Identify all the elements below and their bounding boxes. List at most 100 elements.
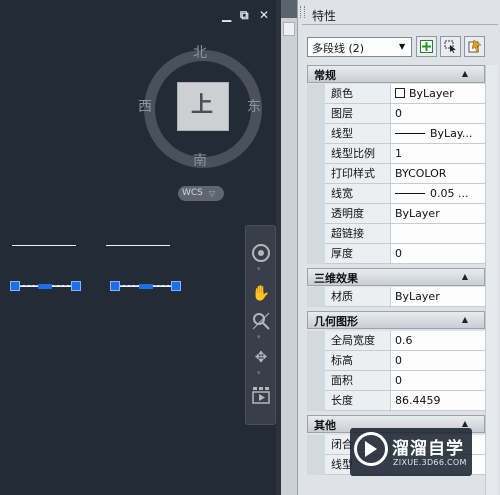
compass-north-label[interactable]: 北 [193, 42, 207, 62]
property-value[interactable]: 86.4459 [391, 391, 485, 411]
steering-wheel-icon[interactable] [250, 242, 272, 264]
property-value[interactable]: 0 [391, 371, 485, 391]
property-value[interactable]: ByLayer [391, 84, 485, 104]
property-value[interactable] [391, 224, 485, 244]
property-value[interactable]: 0.05 ... [391, 184, 485, 204]
property-row[interactable]: 线宽 0.05 ... [307, 184, 485, 204]
scrollbar-thumb[interactable] [283, 22, 295, 36]
property-row[interactable]: 图层 0 [307, 104, 485, 124]
toggle-pickadd-button[interactable] [416, 36, 437, 57]
property-name: 图层 [325, 104, 391, 124]
property-row[interactable]: 颜色 ByLayer [307, 84, 485, 104]
property-value[interactable]: ByLay... [391, 124, 485, 144]
property-name: 标高 [325, 351, 391, 371]
watermark-name: 溜溜自学 [392, 439, 464, 459]
property-value[interactable]: 0 [391, 104, 485, 124]
close-icon[interactable]: ✕ [259, 9, 269, 21]
pickadd-icon [420, 40, 433, 53]
collapse-icon[interactable]: ▲ [462, 315, 468, 324]
restore-icon[interactable]: ⧉ [240, 9, 249, 21]
zoom-icon[interactable] [250, 310, 272, 332]
palette-scrollbar[interactable] [485, 65, 498, 495]
property-name: 透明度 [325, 204, 391, 224]
minimize-icon[interactable]: ▁ [222, 9, 231, 21]
category-geometry[interactable]: 几何图形 ▲ [307, 311, 485, 329]
property-row[interactable]: 标高 0 [307, 351, 485, 371]
property-name: 全局宽度 [325, 331, 391, 351]
property-value[interactable]: ByLayer [391, 204, 485, 224]
category-general[interactable]: 常规 ▲ [307, 65, 485, 83]
grip-midpoint[interactable] [38, 284, 52, 289]
property-row[interactable]: 透明度 ByLayer [307, 204, 485, 224]
palette-drag-handle[interactable] [300, 6, 305, 18]
property-value[interactable]: 0 [391, 351, 485, 371]
canvas-scrollbar[interactable] [281, 0, 297, 495]
collapse-icon[interactable]: ▲ [462, 69, 468, 78]
property-name: 颜色 [325, 84, 391, 104]
select-objects-button[interactable] [440, 36, 461, 57]
lineweight-preview-icon [395, 193, 425, 194]
property-name: 厚度 [325, 244, 391, 264]
wcs-menu-button[interactable]: WCS ▽ [178, 186, 224, 201]
collapse-icon[interactable]: ▲ [462, 272, 468, 281]
line-object[interactable] [12, 245, 76, 246]
dropdown-arrow-icon[interactable]: ▾ [257, 266, 265, 273]
divider [302, 24, 498, 25]
grip-endpoint[interactable] [110, 281, 120, 291]
property-value[interactable]: 0.6 [391, 331, 485, 351]
linetype-preview-icon [395, 133, 425, 134]
play-logo-icon [354, 432, 388, 466]
compass-west-label[interactable]: 西 [138, 96, 152, 116]
select-objects-icon [444, 40, 457, 53]
property-name: 线宽 [325, 184, 391, 204]
object-type-value: 多段线 (2) [312, 42, 365, 55]
collapse-icon[interactable]: ▲ [462, 419, 468, 428]
property-value[interactable]: 1 [391, 144, 485, 164]
palette-title: 特性 [312, 9, 337, 23]
dropdown-arrow-icon[interactable]: ▾ [257, 370, 265, 377]
property-name: 线型 [325, 124, 391, 144]
line-object[interactable] [106, 245, 170, 246]
category-3d-effects[interactable]: 三维效果 ▲ [307, 268, 485, 286]
orbit-icon[interactable]: ✥ [250, 346, 272, 368]
wcs-dropdown-icon: ▽ [209, 189, 216, 198]
chevron-down-icon[interactable]: ▼ [399, 42, 405, 51]
category-label: 几何图形 [314, 315, 358, 328]
navigation-bar: ▾ ✋ ▾ ✥ ▾ [245, 225, 276, 425]
property-row[interactable]: 线型比例 1 [307, 144, 485, 164]
watermark-url: ZIXUE.3D66.COM [393, 458, 467, 467]
property-name: 长度 [325, 391, 391, 411]
property-row[interactable]: 长度 86.4459 [307, 391, 485, 411]
viewcube-face-label: 上 [190, 92, 213, 118]
property-row[interactable]: 全局宽度 0.6 [307, 331, 485, 351]
scrollbar-top-cap [281, 0, 297, 18]
quick-select-icon [468, 39, 482, 53]
grip-midpoint[interactable] [139, 284, 153, 289]
property-name: 超链接 [325, 224, 391, 244]
grip-endpoint[interactable] [71, 281, 81, 291]
property-name: 面积 [325, 371, 391, 391]
grip-endpoint[interactable] [171, 281, 181, 291]
property-value[interactable]: BYCOLOR [391, 164, 485, 184]
color-swatch-icon [395, 88, 405, 98]
quick-select-button[interactable] [464, 36, 485, 57]
property-row[interactable]: 线型 ByLay... [307, 124, 485, 144]
property-value[interactable]: ByLayer [391, 287, 485, 307]
category-label: 常规 [314, 69, 336, 82]
compass-east-label[interactable]: 东 [247, 96, 261, 116]
property-name: 线型比例 [325, 144, 391, 164]
property-name: 材质 [325, 287, 391, 307]
grip-endpoint[interactable] [10, 281, 20, 291]
pan-icon[interactable]: ✋ [250, 282, 272, 304]
property-row[interactable]: 材质 ByLayer [307, 287, 485, 307]
showmotion-icon[interactable] [250, 384, 272, 406]
dropdown-arrow-icon[interactable]: ▾ [257, 334, 265, 341]
property-name: 打印样式 [325, 164, 391, 184]
property-row[interactable]: 面积 0 [307, 371, 485, 391]
property-row[interactable]: 厚度 0 [307, 244, 485, 264]
wcs-label: WCS [182, 188, 203, 198]
property-row[interactable]: 超链接 [307, 224, 485, 244]
property-row[interactable]: 打印样式 BYCOLOR [307, 164, 485, 184]
property-value[interactable]: 0 [391, 244, 485, 264]
compass-south-label[interactable]: 南 [193, 150, 207, 170]
